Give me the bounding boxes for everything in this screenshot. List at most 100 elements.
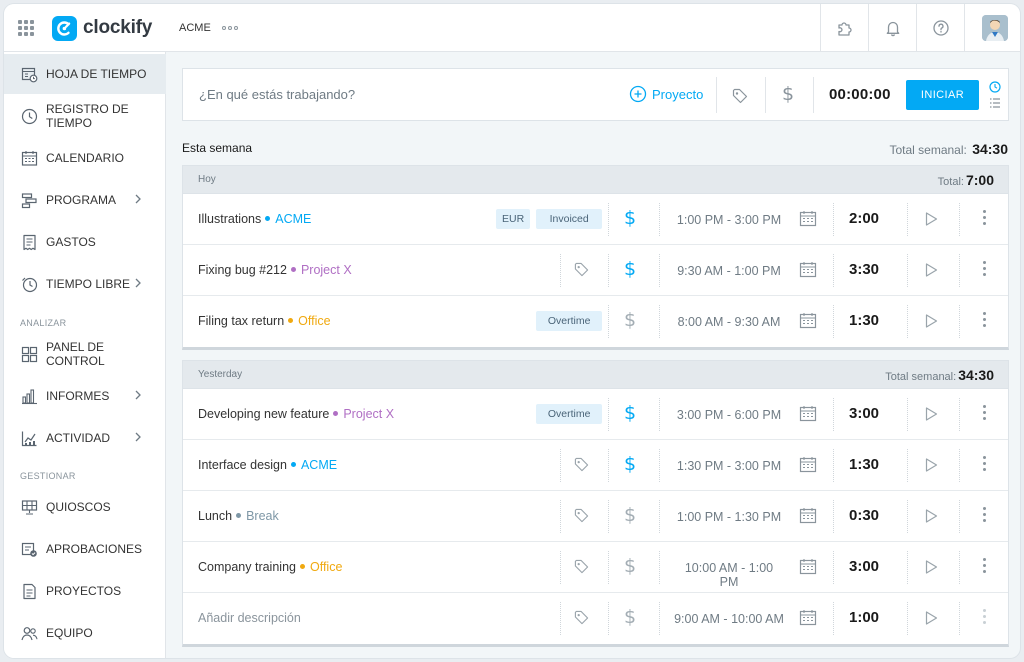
more-options-icon[interactable] — [983, 405, 986, 420]
time-entry-row[interactable]: Añadir descripción $9:00 AM - 10:00 AM 1:0… — [183, 593, 1008, 644]
calendar-icon[interactable] — [799, 261, 817, 278]
billable-icon[interactable]: $ — [624, 606, 636, 628]
workspace-name[interactable]: ACME — [179, 22, 211, 34]
entry-description[interactable]: Developing new feature Project X — [198, 407, 394, 421]
time-entry-row[interactable]: Developing new feature Project X Overtime $… — [183, 389, 1008, 440]
entry-description[interactable]: Fixing bug #212 Project X — [198, 263, 352, 277]
entry-time-range[interactable]: 8:00 AM - 9:30 AM — [674, 315, 784, 329]
more-options-icon[interactable] — [983, 261, 986, 276]
entry-duration[interactable]: 3:00 — [838, 405, 890, 422]
sidebar-item-activity[interactable]: ACTIVIDAD — [4, 418, 166, 458]
tag-icon[interactable] — [574, 610, 589, 625]
sidebar-item-time-tracker[interactable]: REGISTRO DE TIEMPO — [4, 96, 166, 136]
entry-time-range[interactable]: 10:00 AM - 1:00 PM — [674, 561, 784, 589]
entry-duration[interactable]: 3:00 — [838, 558, 890, 575]
workspace-menu-icon[interactable] — [222, 26, 238, 30]
entry-project[interactable]: ACME — [265, 212, 311, 226]
billable-toggle-icon[interactable]: $ — [782, 83, 794, 105]
entry-description[interactable]: Filing tax return Office — [198, 314, 331, 328]
calendar-icon[interactable] — [799, 609, 817, 626]
entry-duration[interactable]: 1:00 — [838, 609, 890, 626]
entry-project[interactable]: ACME — [290, 458, 337, 472]
entry-time-range[interactable]: 3:00 PM - 6:00 PM — [674, 408, 784, 422]
sidebar-item-calendar[interactable]: CALENDARIO — [4, 138, 166, 178]
time-entry-row[interactable]: Fixing bug #212 Project X $9:30 AM - 1:00 … — [183, 245, 1008, 296]
time-entry-row[interactable]: Illustrations ACME Invoiced EUR $1:00 PM - 3… — [183, 194, 1008, 245]
entry-description[interactable]: Illustrations ACME — [198, 212, 311, 226]
sidebar-item-schedule[interactable]: PROGRAMA — [4, 180, 166, 220]
entry-duration[interactable]: 2:00 — [838, 210, 890, 227]
tag-icon[interactable] — [732, 88, 748, 104]
billable-icon[interactable]: $ — [624, 207, 636, 229]
more-options-icon[interactable] — [983, 507, 986, 522]
entry-duration[interactable]: 3:30 — [838, 261, 890, 278]
more-options-icon[interactable] — [983, 210, 986, 225]
entry-time-range[interactable]: 9:30 AM - 1:00 PM — [674, 264, 784, 278]
time-entry-row[interactable]: Company training Office $10:00 AM - 1:00 P… — [183, 542, 1008, 593]
entry-description[interactable]: Añadir descripción — [198, 611, 301, 625]
time-entry-row[interactable]: Lunch Break $1:00 PM - 1:30 PM 0:30 — [183, 491, 1008, 542]
sidebar-item-reports[interactable]: INFORMES — [4, 376, 166, 416]
tag-icon[interactable] — [574, 457, 589, 472]
entry-time-range[interactable]: 1:30 PM - 3:00 PM — [674, 459, 784, 473]
entry-project[interactable]: Office — [299, 560, 342, 574]
tag-chip[interactable]: Overtime — [536, 404, 602, 424]
more-options-icon[interactable] — [983, 312, 986, 327]
time-entry-row[interactable]: Filing tax return Office Overtime $8:00 AM … — [183, 296, 1008, 347]
more-options-icon[interactable] — [983, 609, 986, 624]
start-button[interactable]: INICIAR — [906, 80, 979, 110]
sidebar-item-projects[interactable]: PROYECTOS — [4, 571, 166, 611]
billable-icon[interactable]: $ — [624, 453, 636, 475]
entry-project[interactable]: Project X — [333, 407, 394, 421]
entry-duration[interactable]: 1:30 — [838, 456, 890, 473]
description-input[interactable]: ¿En qué estás trabajando? — [199, 87, 355, 102]
tag-icon[interactable] — [574, 508, 589, 523]
sidebar-item-dashboard[interactable]: PANEL DE CONTROL — [4, 334, 166, 374]
calendar-icon[interactable] — [799, 405, 817, 422]
billable-icon[interactable]: $ — [624, 555, 636, 577]
entry-project[interactable]: Project X — [290, 263, 352, 277]
more-options-icon[interactable] — [983, 456, 986, 471]
entry-time-range[interactable]: 9:00 AM - 10:00 AM — [674, 612, 784, 626]
calendar-icon[interactable] — [799, 507, 817, 524]
sidebar-item-timesheet[interactable]: HOJA DE TIEMPO — [4, 54, 166, 94]
entry-project[interactable]: Office — [288, 314, 331, 328]
sidebar-item-team[interactable]: EQUIPO — [4, 613, 166, 653]
play-icon[interactable] — [923, 559, 939, 575]
sidebar-item-approvals[interactable]: APROBACIONES — [4, 529, 166, 569]
more-options-icon[interactable] — [983, 558, 986, 573]
entry-duration[interactable]: 0:30 — [838, 507, 890, 524]
billable-icon[interactable]: $ — [624, 504, 636, 526]
manual-mode-icon[interactable] — [989, 97, 1001, 109]
sidebar-item-time-off[interactable]: TIEMPO LIBRE — [4, 264, 166, 304]
tag-chip[interactable]: Overtime — [536, 311, 602, 331]
play-icon[interactable] — [923, 508, 939, 524]
play-icon[interactable] — [923, 313, 939, 329]
calendar-icon[interactable] — [799, 558, 817, 575]
billable-icon[interactable]: $ — [624, 258, 636, 280]
help-button[interactable] — [916, 4, 964, 52]
sidebar-item-expenses[interactable]: GASTOS — [4, 222, 166, 262]
play-icon[interactable] — [923, 406, 939, 422]
entry-time-range[interactable]: 1:00 PM - 1:30 PM — [674, 510, 784, 524]
calendar-icon[interactable] — [799, 312, 817, 329]
entry-description[interactable]: Company training Office — [198, 560, 342, 574]
tag-icon[interactable] — [574, 262, 589, 277]
apps-grid-icon[interactable] — [18, 20, 34, 36]
tag-chip[interactable]: EUR — [495, 209, 531, 229]
avatar[interactable] — [982, 15, 1008, 41]
calendar-icon[interactable] — [799, 456, 817, 473]
play-icon[interactable] — [923, 457, 939, 473]
billable-icon[interactable]: $ — [624, 402, 636, 424]
integrations-button[interactable] — [820, 4, 868, 52]
play-icon[interactable] — [923, 610, 939, 626]
billable-icon[interactable]: $ — [624, 309, 636, 331]
tag-icon[interactable] — [574, 559, 589, 574]
entry-project[interactable]: Break — [236, 509, 279, 523]
notifications-button[interactable] — [868, 4, 916, 52]
play-icon[interactable] — [923, 262, 939, 278]
play-icon[interactable] — [923, 211, 939, 227]
app-logo[interactable]: clockify — [52, 15, 152, 41]
tag-chip[interactable]: Invoiced — [536, 209, 602, 229]
sidebar-item-kiosks[interactable]: QUIOSCOS — [4, 487, 166, 527]
